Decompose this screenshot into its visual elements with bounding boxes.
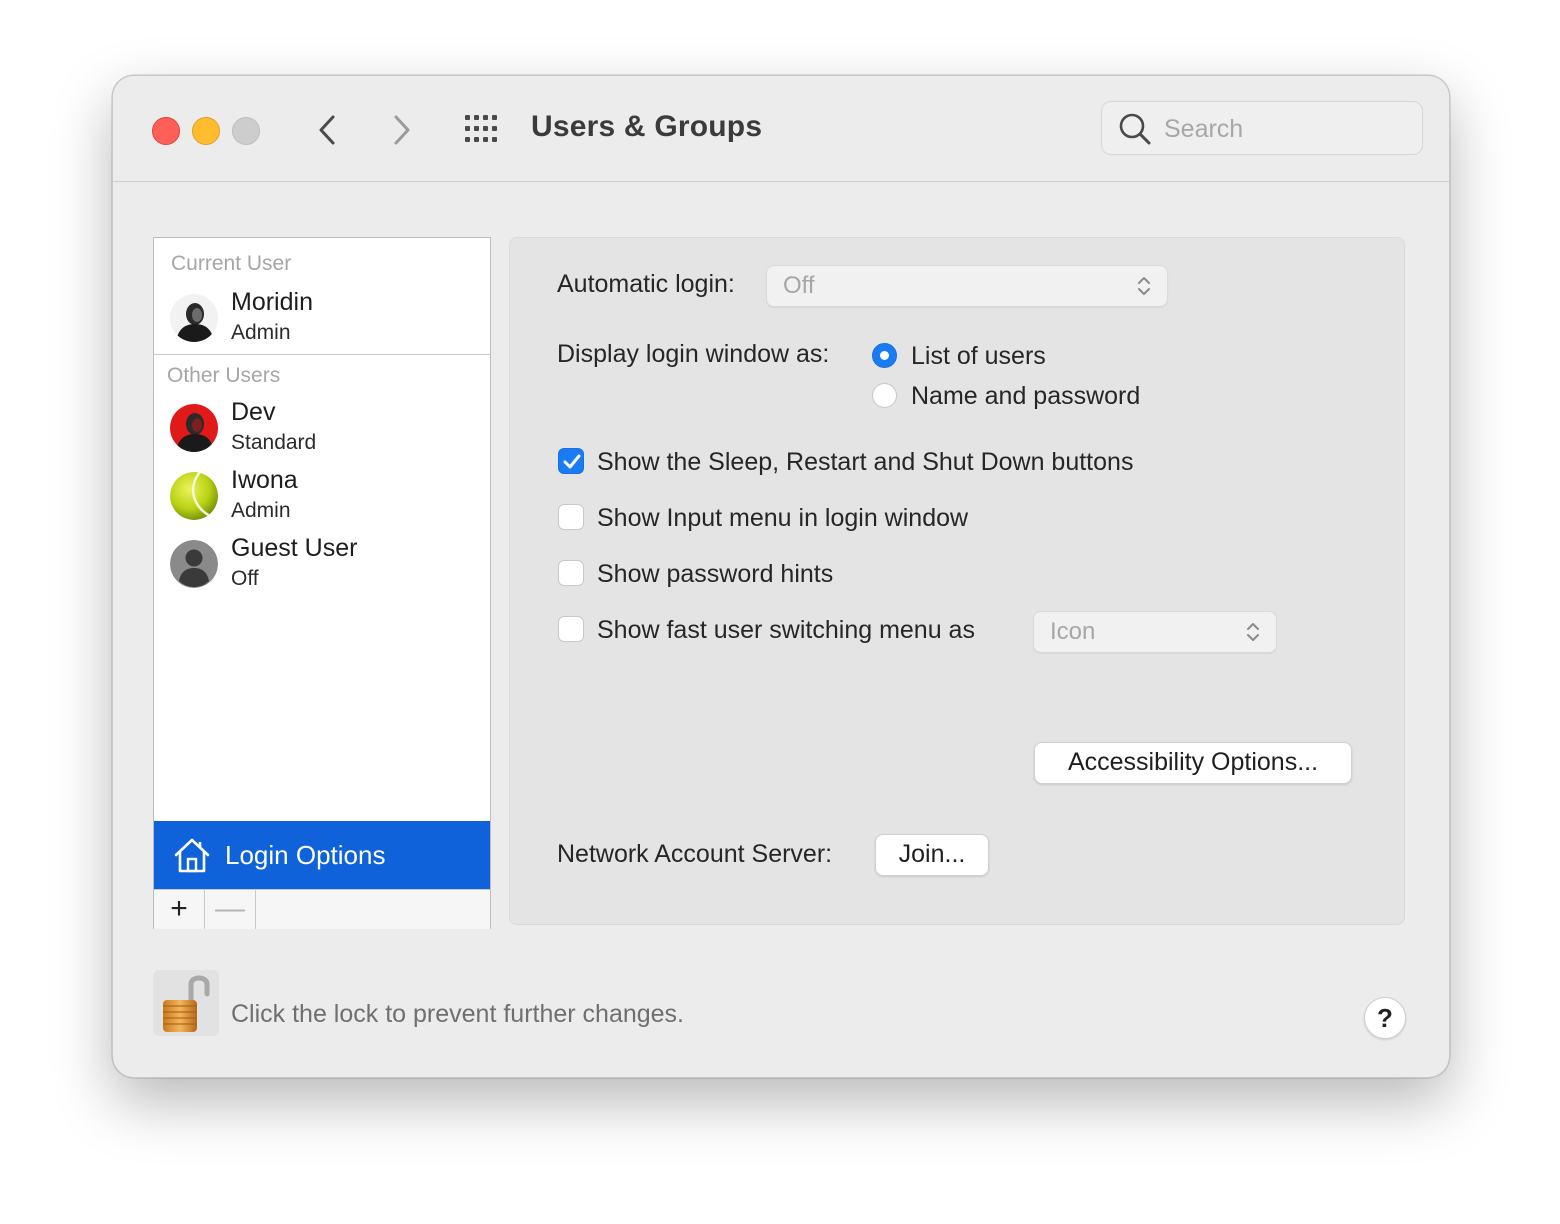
user-name: Guest User <box>231 534 358 562</box>
user-role: Off <box>231 567 259 590</box>
checkbox-fast-user-switching-label: Show fast user switching menu as <box>597 616 975 644</box>
join-button[interactable]: Join... <box>875 834 989 876</box>
avatar <box>170 540 218 588</box>
avatar <box>170 472 218 520</box>
checkbox-show-sleep-restart-label: Show the Sleep, Restart and Shut Down bu… <box>597 448 1134 476</box>
checkbox-show-input-menu[interactable] <box>558 504 584 530</box>
chevron-left-icon <box>319 115 335 145</box>
user-name: Dev <box>231 398 276 426</box>
add-user-button[interactable]: + <box>154 890 205 929</box>
lock-button[interactable] <box>153 970 219 1036</box>
portrait-photo-icon <box>170 294 218 342</box>
checkbox-show-input-menu-label: Show Input menu in login window <box>597 504 969 532</box>
user-role: Admin <box>231 321 291 344</box>
zoom-button[interactable] <box>232 117 260 145</box>
person-icon <box>170 540 218 588</box>
radio-name-and-password[interactable] <box>872 383 897 408</box>
login-options-panel: Automatic login: Off Display login windo… <box>509 237 1405 925</box>
user-name: Moridin <box>231 288 313 316</box>
help-button[interactable]: ? <box>1364 997 1406 1039</box>
accessibility-options-button[interactable]: Accessibility Options... <box>1034 742 1352 784</box>
radio-list-of-users[interactable] <box>872 343 897 368</box>
login-options-label: Login Options <box>225 840 386 870</box>
user-name: Iwona <box>231 466 298 494</box>
checkbox-show-sleep-restart[interactable] <box>558 448 584 474</box>
house-icon <box>174 838 210 873</box>
avatar <box>170 404 218 452</box>
unlocked-padlock-icon <box>153 970 219 1036</box>
user-role: Admin <box>231 499 291 522</box>
lock-status-text: Click the lock to prevent further change… <box>231 1000 685 1028</box>
fast-switch-value: Icon <box>1050 618 1096 645</box>
user-row-guest[interactable]: Guest User Off <box>170 534 470 594</box>
window-title: Users & Groups <box>531 110 763 143</box>
user-row-dev[interactable]: Dev Standard <box>170 398 470 458</box>
divider <box>154 354 490 355</box>
avatar <box>170 294 218 342</box>
fast-switch-popup[interactable]: Icon <box>1033 611 1277 653</box>
automatic-login-value: Off <box>783 272 815 299</box>
search-input[interactable] <box>1162 112 1406 146</box>
checkbox-show-password-hints-label: Show password hints <box>597 560 834 588</box>
radio-list-of-users-label: List of users <box>911 342 1046 370</box>
automatic-login-popup[interactable]: Off <box>766 265 1168 307</box>
user-role: Standard <box>231 431 317 454</box>
chevron-right-icon <box>394 115 410 145</box>
tennis-ball-icon <box>170 472 218 520</box>
forward-button[interactable] <box>381 110 421 150</box>
radio-name-and-password-label: Name and password <box>911 382 1141 410</box>
list-toolbar: + — <box>154 889 490 929</box>
display-login-label: Display login window as: <box>557 340 830 368</box>
close-button[interactable] <box>152 117 180 145</box>
login-options-item[interactable]: Login Options <box>154 821 490 889</box>
portrait-photo-icon <box>170 404 218 452</box>
checkbox-fast-user-switching[interactable] <box>558 616 584 642</box>
grid-icon <box>465 115 497 142</box>
network-server-label: Network Account Server: <box>557 840 833 868</box>
users-list: Current User Moridin Admin Other Users D… <box>153 237 491 929</box>
current-user-heading: Current User <box>171 252 292 275</box>
automatic-login-label: Automatic login: <box>557 270 735 298</box>
updown-arrows-icon <box>1138 277 1150 295</box>
search-icon <box>1119 113 1151 145</box>
remove-user-button[interactable]: — <box>205 890 256 929</box>
search-field[interactable] <box>1101 101 1423 155</box>
preferences-window: Users & Groups Current User Moridin Admi… <box>112 75 1450 1078</box>
minimize-button[interactable] <box>192 117 220 145</box>
show-all-button[interactable] <box>463 113 503 145</box>
user-row-moridin[interactable]: Moridin Admin <box>170 288 470 348</box>
user-row-iwona[interactable]: Iwona Admin <box>170 466 470 526</box>
other-users-heading: Other Users <box>167 364 281 387</box>
back-button[interactable] <box>308 110 348 150</box>
checkbox-show-password-hints[interactable] <box>558 560 584 586</box>
checkmark-icon <box>563 454 581 469</box>
title-bar: Users & Groups <box>113 76 1449 182</box>
updown-arrows-icon <box>1247 623 1259 641</box>
